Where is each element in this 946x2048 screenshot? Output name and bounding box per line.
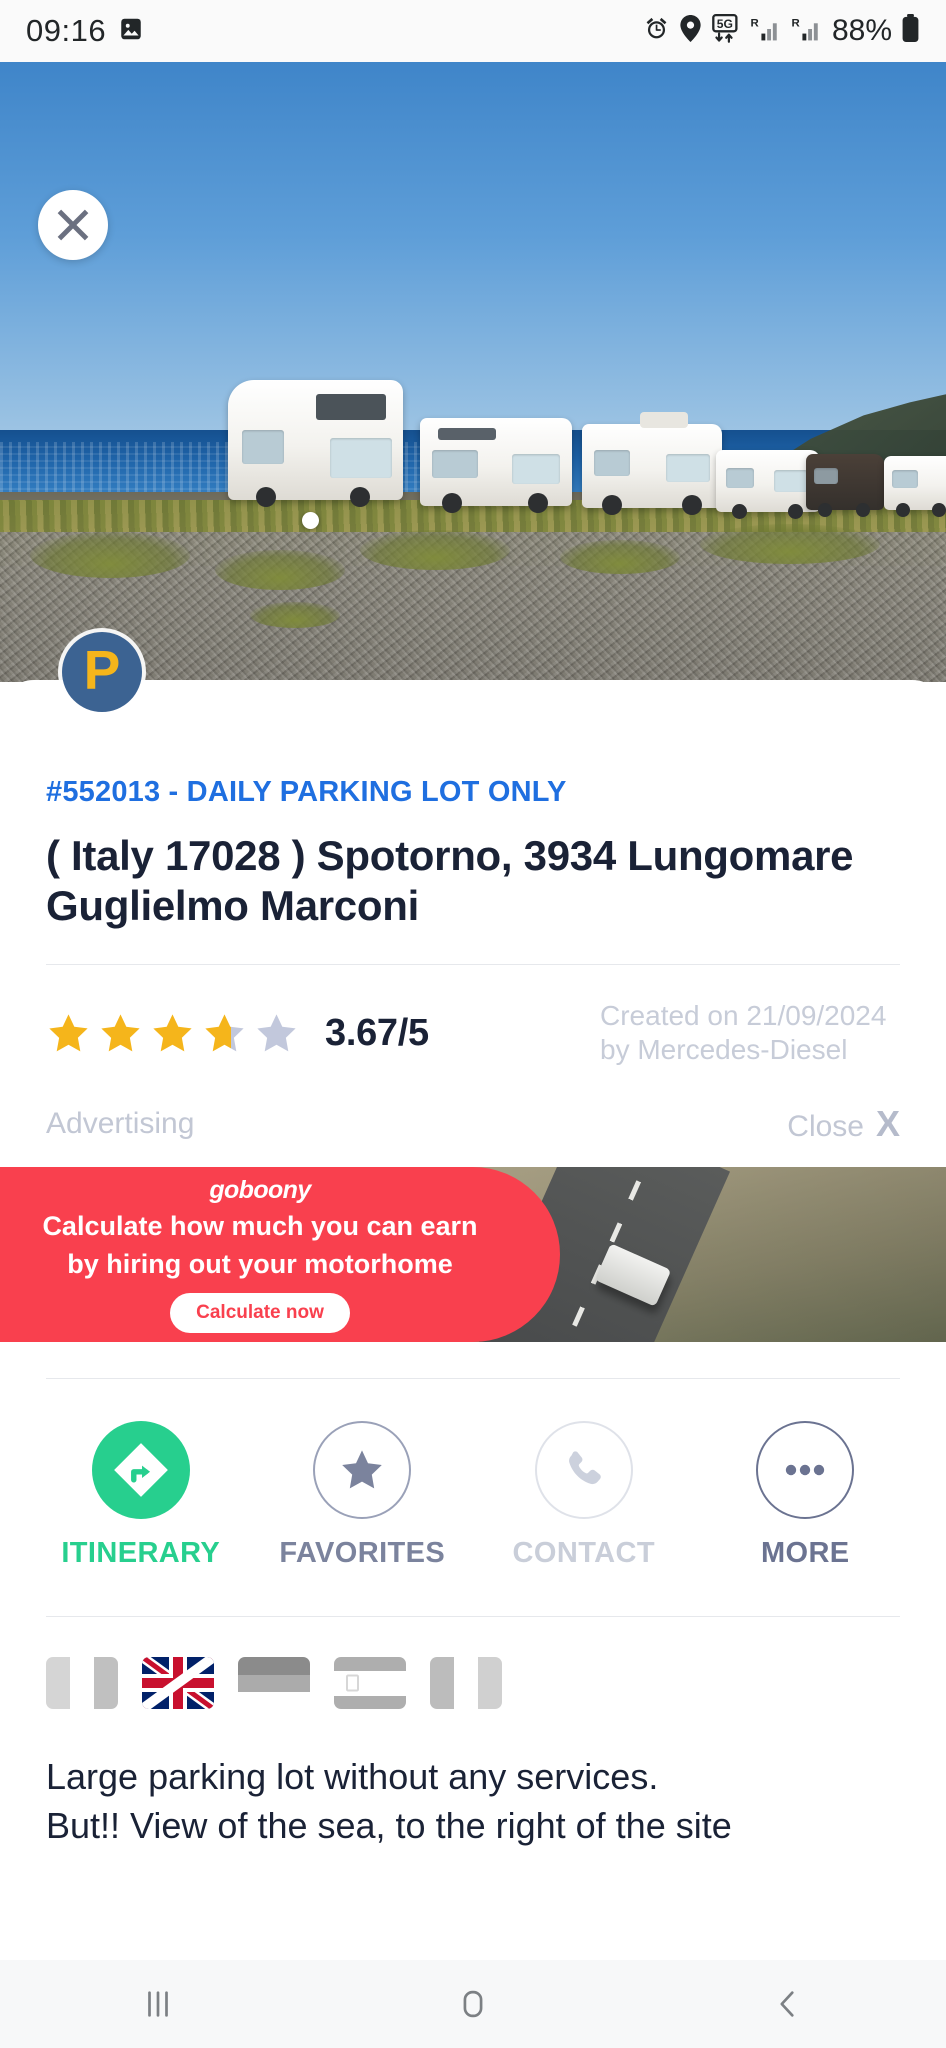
page-title: ( Italy 17028 ) Spotorno, 3934 Lungomare…: [46, 832, 854, 929]
rating-row: 3.67/5 Created on 21/09/2024 by Mercedes…: [0, 965, 946, 1067]
grass-tuft: [215, 550, 345, 590]
created-by-label: Created on 21/09/2024 by Mercedes-Diesel: [600, 1000, 887, 1066]
battery-icon: [901, 14, 920, 48]
alarm-icon: [643, 15, 670, 47]
phone-icon: [568, 1451, 601, 1485]
status-bar-right: 5G R R 88%: [643, 13, 920, 49]
carousel-dot-indicator[interactable]: [302, 512, 319, 529]
listing-header: #552013 - DAILY PARKING LOT ONLY ( Italy…: [0, 776, 946, 930]
france-flag[interactable]: [430, 1657, 502, 1710]
close-photo-button[interactable]: [38, 190, 108, 260]
grass-tuft: [560, 540, 680, 574]
grass-tuft: [360, 530, 510, 570]
close-ad-button[interactable]: Close X: [787, 1103, 900, 1145]
star-icon: [98, 1011, 143, 1056]
rating-value: 3.67/5: [325, 1011, 429, 1054]
action-bar: ITINERARY FAVORITES CONTACT MORE: [0, 1379, 946, 1570]
back-chevron-icon: [780, 1991, 794, 2017]
directions-turn-right-icon: [113, 1443, 168, 1498]
listing-description: Large parking lot without any services. …: [0, 1709, 946, 1849]
uk-flag-cross-red-v: [173, 1657, 183, 1710]
svg-text:R: R: [791, 17, 799, 29]
spain-flag-emblem: [346, 1674, 359, 1692]
star-icon: [342, 1450, 383, 1489]
spain-flag[interactable]: [334, 1657, 406, 1710]
itinerary-icon-circle: [91, 1421, 190, 1520]
more-button[interactable]: MORE: [695, 1421, 917, 1570]
ad-headline-line1: Calculate how much you can earn: [42, 1211, 478, 1242]
more-icon-circle: [756, 1421, 855, 1520]
itinerary-button[interactable]: ITINERARY: [30, 1421, 252, 1570]
star-icon: [46, 1011, 91, 1056]
status-bar-left: 09:16: [26, 13, 144, 49]
parking-badge-letter: P: [83, 638, 121, 701]
home-icon: [463, 1990, 483, 2018]
grass-tuft: [30, 532, 190, 578]
advertisement-banner[interactable]: goboony Calculate how much you can earn …: [0, 1167, 946, 1343]
advertising-label: Advertising: [46, 1107, 195, 1141]
italy-flag[interactable]: [46, 1657, 118, 1710]
contact-button[interactable]: CONTACT: [473, 1421, 695, 1570]
favorites-button[interactable]: FAVORITES: [252, 1421, 474, 1570]
motorhome: [806, 454, 884, 517]
svg-text:R: R: [750, 17, 758, 29]
home-button[interactable]: [315, 1987, 630, 2021]
detail-sheet: #552013 - DAILY PARKING LOT ONLY ( Italy…: [0, 680, 946, 1988]
grass-tuft: [250, 602, 340, 628]
status-bar: 09:16 5G R R 88%: [0, 0, 946, 62]
close-ad-x-icon: X: [875, 1103, 900, 1145]
description-line-2: But!! View of the sea, to the right of t…: [46, 1804, 732, 1846]
recents-icon: [147, 1991, 168, 2017]
star-icon-partial: [202, 1011, 247, 1056]
germany-flag[interactable]: [238, 1657, 310, 1710]
grass-tuft: [700, 524, 880, 564]
ad-cta-button[interactable]: Calculate now: [170, 1293, 350, 1334]
ad-content: goboony Calculate how much you can earn …: [0, 1167, 520, 1342]
itinerary-label: ITINERARY: [61, 1537, 221, 1570]
ellipsis-icon: [786, 1465, 825, 1476]
battery-percent-label: 88%: [831, 14, 892, 47]
ad-headline-line2: by hiring out your motorhome: [67, 1249, 453, 1280]
app-screen: 09:16 5G R R 88% P #552013 - DAILY PARKI…: [0, 0, 946, 2048]
recents-button[interactable]: [0, 1987, 315, 2021]
android-navigation-bar: [0, 1960, 946, 2048]
5g-icon: 5G: [711, 13, 741, 49]
star-icon-empty: [254, 1011, 299, 1056]
motorhome: [716, 450, 820, 519]
favorites-label: FAVORITES: [279, 1537, 446, 1570]
contact-icon-circle: [534, 1421, 633, 1520]
close-icon: [57, 209, 89, 241]
rating-stars[interactable]: [46, 1011, 299, 1056]
close-ad-label: Close: [787, 1110, 864, 1144]
parking-badge: P: [62, 632, 142, 712]
svg-text:5G: 5G: [717, 16, 733, 30]
ad-brand-logo: goboony: [209, 1176, 311, 1205]
description-line-1: Large parking lot without any services.: [46, 1756, 659, 1798]
motorhome: [228, 380, 403, 507]
more-label: MORE: [760, 1537, 850, 1570]
image-icon: [118, 16, 144, 47]
listing-reference: #552013 - DAILY PARKING LOT ONLY: [46, 776, 567, 808]
signal-roaming-1-icon: R: [750, 15, 782, 48]
advertising-header: Advertising Close X: [0, 1067, 946, 1167]
motorhome: [884, 456, 946, 517]
hero-photo[interactable]: [0, 62, 946, 682]
united-kingdom-flag[interactable]: [142, 1657, 214, 1710]
signal-roaming-2-icon: R: [791, 15, 823, 48]
contact-label: CONTACT: [512, 1537, 655, 1570]
star-icon: [150, 1011, 195, 1056]
uk-flag-cross-red-h: [142, 1678, 214, 1689]
back-button[interactable]: [631, 1987, 946, 2021]
status-clock: 09:16: [26, 13, 107, 48]
motorhome: [420, 418, 572, 513]
favorites-icon-circle: [313, 1421, 412, 1520]
motorhome: [582, 412, 722, 515]
location-pin-icon: [679, 15, 702, 47]
language-flags: [0, 1617, 946, 1710]
